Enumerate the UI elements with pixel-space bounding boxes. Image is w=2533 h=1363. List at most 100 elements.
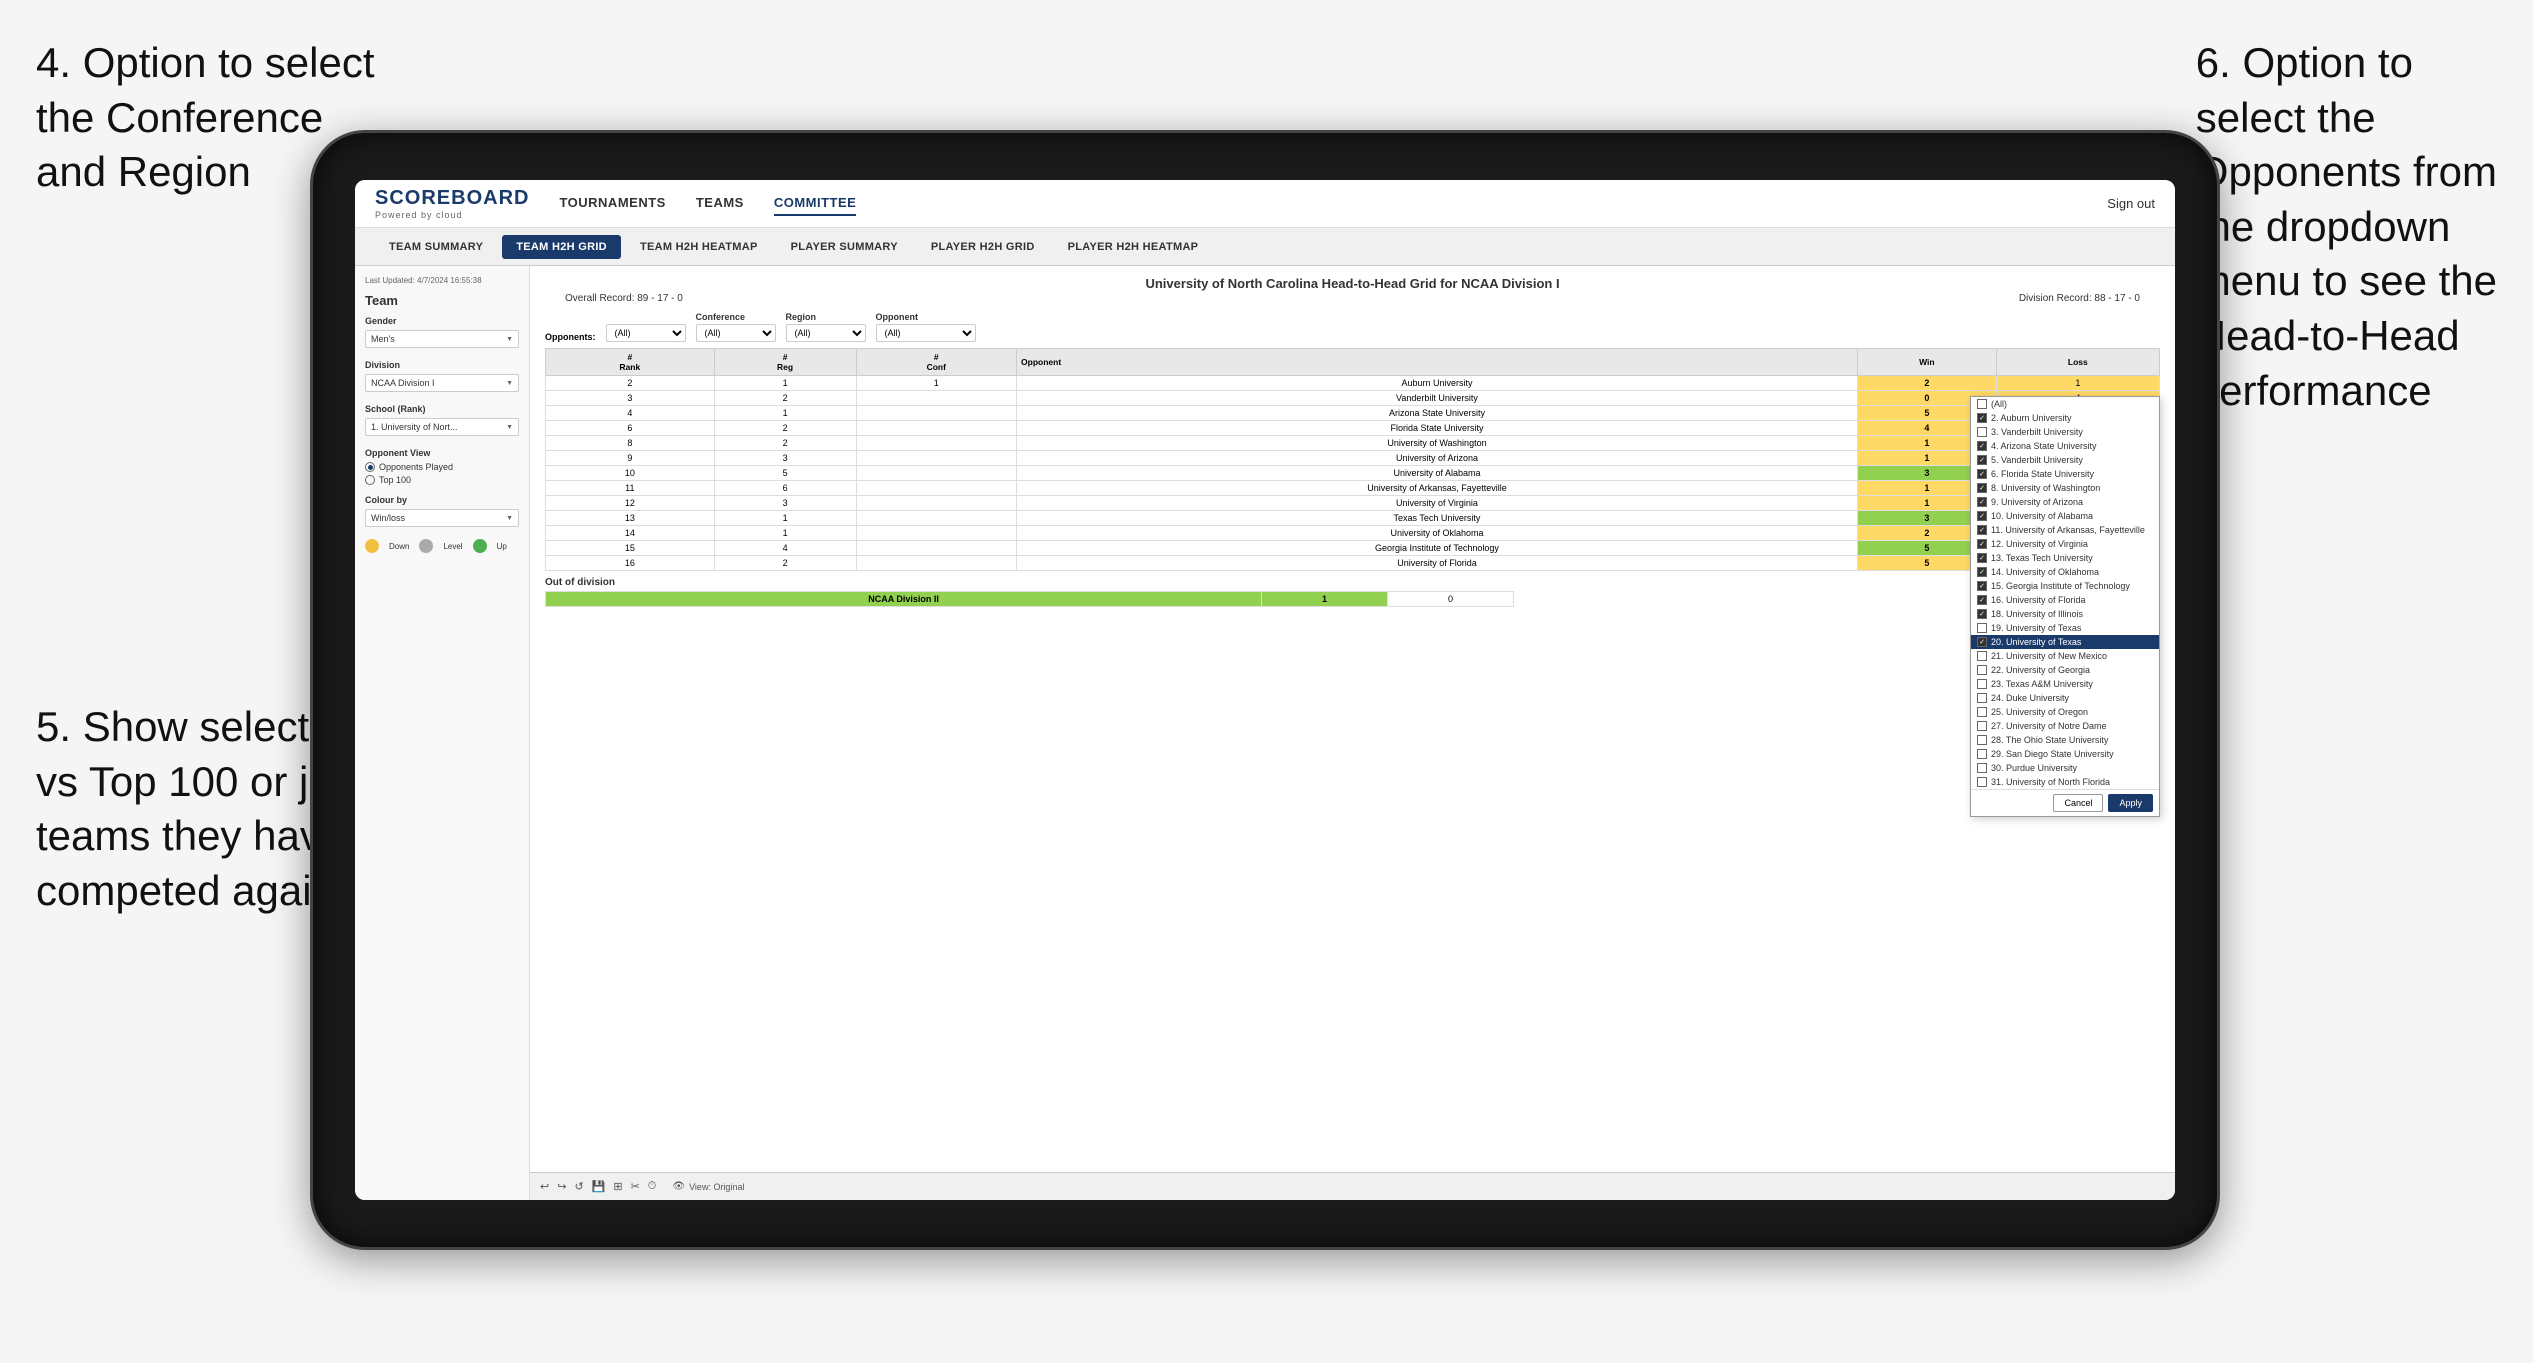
nav-tournaments[interactable]: TOURNAMENTS: [559, 191, 665, 216]
school-select[interactable]: 1. University of Nort...: [365, 418, 519, 436]
cell-reg: 2: [714, 436, 856, 451]
dropdown-item-label: 12. University of Virginia: [1991, 539, 2088, 549]
dropdown-item[interactable]: ✓ 8. University of Washington: [1971, 481, 2159, 495]
annotation-tl-line3: and Region: [36, 148, 251, 195]
table-row: 105University of Alabama30: [546, 466, 2160, 481]
last-updated: Last Updated: 4/7/2024 16:55:38: [365, 276, 519, 285]
dropdown-item-label: 21. University of New Mexico: [1991, 651, 2107, 661]
dropdown-checkbox: ✓: [1977, 525, 1987, 535]
dropdown-item-label: 23. Texas A&M University: [1991, 679, 2093, 689]
dropdown-item[interactable]: ✓13. Texas Tech University: [1971, 551, 2159, 565]
dropdown-item-label: 6. Florida State University: [1991, 469, 2094, 479]
dropdown-item[interactable]: ✓11. University of Arkansas, Fayettevill…: [1971, 523, 2159, 537]
subnav-team-h2h-grid[interactable]: TEAM H2H GRID: [502, 235, 621, 259]
redo-icon[interactable]: ↪: [557, 1180, 566, 1193]
opponent-select[interactable]: (All): [876, 324, 976, 342]
apply-button[interactable]: Apply: [2108, 794, 2153, 812]
dropdown-checkbox: ✓: [1977, 483, 1987, 493]
copy-icon[interactable]: ⊞: [613, 1180, 622, 1193]
gender-select[interactable]: Men's: [365, 330, 519, 348]
dropdown-item-label: 16. University of Florida: [1991, 595, 2086, 605]
cell-rank: 15: [546, 541, 715, 556]
dropdown-item[interactable]: 3. Vanderbilt University: [1971, 425, 2159, 439]
dropdown-item[interactable]: ✓6. Florida State University: [1971, 467, 2159, 481]
dropdown-item[interactable]: 23. Texas A&M University: [1971, 677, 2159, 691]
dropdown-item[interactable]: 19. University of Texas: [1971, 621, 2159, 635]
table-row: 154Georgia Institute of Technology50: [546, 541, 2160, 556]
dropdown-item[interactable]: 25. University of Oregon: [1971, 705, 2159, 719]
refresh-icon[interactable]: ↺: [574, 1180, 583, 1193]
save-icon[interactable]: 💾: [592, 1180, 606, 1193]
dropdown-item[interactable]: ✓2. Auburn University: [1971, 411, 2159, 425]
dropdown-item-label: 2. Auburn University: [1991, 413, 2072, 423]
dropdown-item[interactable]: ✓15. Georgia Institute of Technology: [1971, 579, 2159, 593]
cell-reg: 1: [714, 511, 856, 526]
dropdown-item[interactable]: 21. University of New Mexico: [1971, 649, 2159, 663]
dropdown-item[interactable]: ✓14. University of Oklahoma: [1971, 565, 2159, 579]
dropdown-item[interactable]: 28. The Ohio State University: [1971, 733, 2159, 747]
radio-top100-label: Top 100: [379, 475, 411, 485]
cell-reg: 1: [714, 526, 856, 541]
dropdown-item[interactable]: (All): [1971, 397, 2159, 411]
dropdown-checkbox: [1977, 651, 1987, 661]
dropdown-item-label: 18. University of Illinois: [1991, 609, 2083, 619]
dropdown-item[interactable]: 27. University of Notre Dame: [1971, 719, 2159, 733]
nav-signout[interactable]: Sign out: [2107, 196, 2155, 211]
annotation-tl-line2: the Conference: [36, 94, 323, 141]
subnav-team-h2h-heatmap[interactable]: TEAM H2H HEATMAP: [626, 235, 772, 259]
opponents-select[interactable]: (All): [606, 324, 686, 342]
dropdown-item-label: 9. University of Arizona: [1991, 497, 2083, 507]
dropdown-item[interactable]: 29. San Diego State University: [1971, 747, 2159, 761]
dropdown-checkbox: [1977, 749, 1987, 759]
cell-opponent: University of Virginia: [1017, 496, 1858, 511]
cell-win: 2: [1857, 376, 1996, 391]
dropdown-item[interactable]: ✓4. Arizona State University: [1971, 439, 2159, 453]
region-select[interactable]: (All): [786, 324, 866, 342]
cell-conf: [856, 451, 1017, 466]
division-select[interactable]: NCAA Division I: [365, 374, 519, 392]
table-row: 32Vanderbilt University04: [546, 391, 2160, 406]
cell-conf: [856, 421, 1017, 436]
cell-rank: 14: [546, 526, 715, 541]
dropdown-item[interactable]: ✓18. University of Illinois: [1971, 607, 2159, 621]
cell-opponent: Auburn University: [1017, 376, 1858, 391]
dropdown-item[interactable]: 24. Duke University: [1971, 691, 2159, 705]
table-row: 41Arizona State University51: [546, 406, 2160, 421]
opponent-view-played[interactable]: Opponents Played: [365, 462, 519, 472]
subnav-team-summary[interactable]: TEAM SUMMARY: [375, 235, 497, 259]
dropdown-item[interactable]: ✓5. Vanderbilt University: [1971, 453, 2159, 467]
cell-reg: 1: [714, 376, 856, 391]
conference-select[interactable]: (All): [696, 324, 776, 342]
filter-group-opponents: (All): [606, 324, 686, 342]
subnav-player-h2h-grid[interactable]: PLAYER H2H GRID: [917, 235, 1049, 259]
dropdown-checkbox: [1977, 679, 1987, 689]
opponent-dropdown[interactable]: (All)✓2. Auburn University3. Vanderbilt …: [1970, 396, 2160, 817]
cell-conf: [856, 541, 1017, 556]
dropdown-item[interactable]: 22. University of Georgia: [1971, 663, 2159, 677]
division-section: Division NCAA Division I: [365, 360, 519, 392]
subnav-player-summary[interactable]: PLAYER SUMMARY: [777, 235, 912, 259]
undo-icon[interactable]: ↩: [540, 1180, 549, 1193]
dropdown-item[interactable]: 30. Purdue University: [1971, 761, 2159, 775]
dropdown-checkbox: [1977, 707, 1987, 717]
dropdown-item[interactable]: ✓16. University of Florida: [1971, 593, 2159, 607]
dropdown-item[interactable]: ✓12. University of Virginia: [1971, 537, 2159, 551]
dropdown-item-label: 8. University of Washington: [1991, 483, 2100, 493]
th-rank: #Rank: [546, 349, 715, 376]
dropdown-checkbox: [1977, 721, 1987, 731]
dropdown-item[interactable]: ✓10. University of Alabama: [1971, 509, 2159, 523]
dropdown-item[interactable]: ✓20. University of Texas: [1971, 635, 2159, 649]
subnav-player-h2h-heatmap[interactable]: PLAYER H2H HEATMAP: [1054, 235, 1213, 259]
table-row: 131Texas Tech University30: [546, 511, 2160, 526]
nav-teams[interactable]: TEAMS: [696, 191, 744, 216]
th-opponent: Opponent: [1017, 349, 1858, 376]
dropdown-item[interactable]: 31. University of North Florida: [1971, 775, 2159, 789]
nav-committee[interactable]: COMMITTEE: [774, 191, 857, 216]
annotation-tr-line3: Opponents from: [2196, 148, 2497, 195]
cut-icon[interactable]: ✂: [631, 1180, 640, 1193]
dropdown-item[interactable]: ✓9. University of Arizona: [1971, 495, 2159, 509]
legend-down-label: Down: [389, 542, 409, 551]
colour-select[interactable]: Win/loss: [365, 509, 519, 527]
opponent-view-top100[interactable]: Top 100: [365, 475, 519, 485]
cancel-button[interactable]: Cancel: [2053, 794, 2103, 812]
